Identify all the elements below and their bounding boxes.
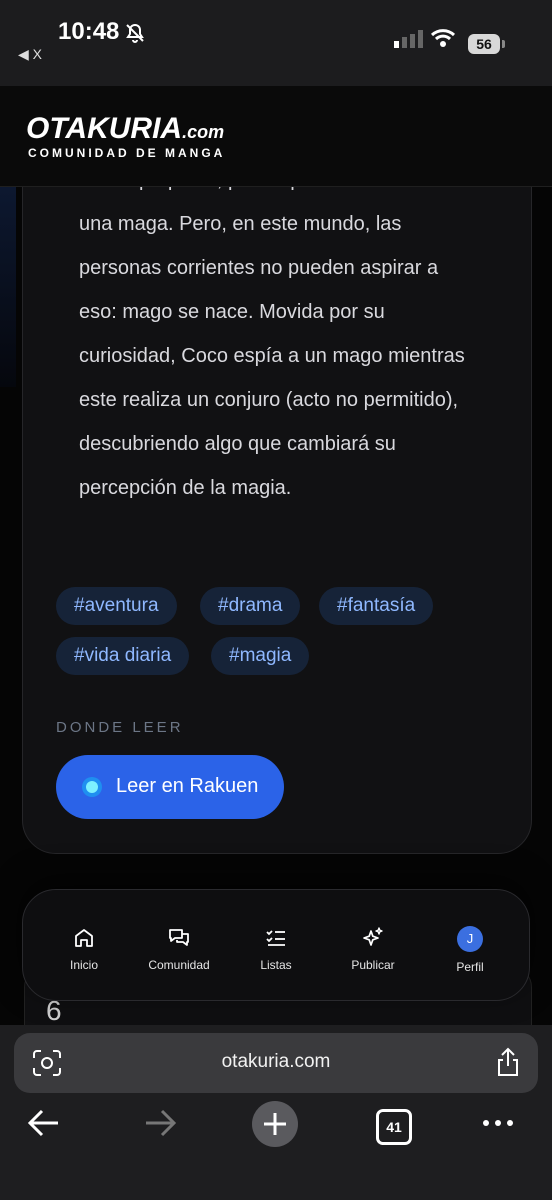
synopsis-line: una maga. Pero, en este mundo, las xyxy=(79,213,402,235)
status-dot-icon xyxy=(82,777,102,797)
synopsis-line: personas corrientes no pueden aspirar a xyxy=(79,257,439,279)
share-icon[interactable] xyxy=(496,1047,520,1082)
nav-label: Publicar xyxy=(351,958,395,972)
browser-toolbar: otakuria.com 41 xyxy=(0,1025,552,1200)
chat-icon xyxy=(169,929,189,946)
address-bar[interactable]: otakuria.com xyxy=(14,1033,538,1093)
wifi-icon xyxy=(430,28,456,53)
synopsis-line: desde pequeña, por lo que sueña con ser xyxy=(79,187,529,202)
site-logo[interactable]: OTAKURIA.com COMUNIDAD DE MANGA xyxy=(26,112,225,160)
back-arrow-icon[interactable] xyxy=(26,1103,62,1148)
avatar: J xyxy=(457,926,483,952)
battery-icon: 56 xyxy=(468,34,500,54)
nav-inicio[interactable]: Inicio xyxy=(39,926,129,972)
nav-label: Inicio xyxy=(69,958,98,972)
tag-vida-diaria[interactable]: #vida diaria xyxy=(56,637,190,675)
logo-main: OTAKURIA xyxy=(26,112,183,145)
tag-magia[interactable]: #magia xyxy=(211,637,310,675)
tag-aventura[interactable]: #aventura xyxy=(56,587,177,625)
nav-label: Listas xyxy=(260,958,292,972)
status-time: 10:48 xyxy=(58,18,120,45)
synopsis-line: percepción de la magia. xyxy=(79,477,292,499)
home-icon xyxy=(75,929,93,947)
more-options-icon[interactable] xyxy=(480,1105,516,1146)
plus-icon xyxy=(264,1113,286,1135)
tag-fantasia[interactable]: #fantasía xyxy=(319,587,434,625)
synopsis-text: desde pequeña, por lo que sueña con ser … xyxy=(79,187,529,510)
logo-domain: .com xyxy=(182,122,225,142)
nav-label: Perfil xyxy=(456,960,484,974)
site-header: OTAKURIA.com COMUNIDAD DE MANGA xyxy=(0,86,552,187)
synopsis-line: descubriendo algo que cambiará su xyxy=(79,433,396,455)
bottom-nav: Inicio Comunidad Listas Publicar J Perfi… xyxy=(22,889,530,1001)
list-check-icon xyxy=(266,930,285,946)
logo-tagline: COMUNIDAD DE MANGA xyxy=(28,146,226,160)
read-button-label: Leer en Rakuen xyxy=(116,775,259,797)
nav-label: Comunidad xyxy=(148,958,210,972)
back-to-app-link[interactable]: ◀ X xyxy=(18,46,42,63)
forward-arrow-icon[interactable] xyxy=(142,1103,178,1148)
bell-slash-icon xyxy=(124,22,146,49)
nav-publicar[interactable]: Publicar xyxy=(328,926,418,972)
nav-perfil[interactable]: J Perfil xyxy=(425,926,515,974)
page-content: desde pequeña, por lo que sueña con ser … xyxy=(0,187,552,1025)
synopsis-line: este realiza un conjuro (acto no permiti… xyxy=(79,389,459,411)
synopsis-line: eso: mago se nace. Movida por su xyxy=(79,301,385,323)
signal-icon xyxy=(394,30,424,53)
battery-tip xyxy=(502,40,505,48)
status-bar: 10:48 ◀ X 56 xyxy=(0,0,552,86)
tag-drama[interactable]: #drama xyxy=(200,587,301,625)
nav-listas[interactable]: Listas xyxy=(231,926,321,972)
read-on-rakuen-button[interactable]: Leer en Rakuen xyxy=(56,755,284,819)
manga-detail-card: desde pequeña, por lo que sueña con ser … xyxy=(22,187,532,854)
synopsis-line: curiosidad, Coco espía a un mago mientra… xyxy=(79,345,465,367)
tab-count-button[interactable]: 41 xyxy=(376,1109,412,1145)
where-to-read-label: DONDE LEER xyxy=(56,719,184,736)
nav-comunidad[interactable]: Comunidad xyxy=(134,926,224,972)
edge-decoration xyxy=(0,187,16,387)
new-tab-button[interactable] xyxy=(252,1101,298,1147)
sparkles-icon xyxy=(363,927,383,946)
url-text: otakuria.com xyxy=(221,1051,331,1072)
